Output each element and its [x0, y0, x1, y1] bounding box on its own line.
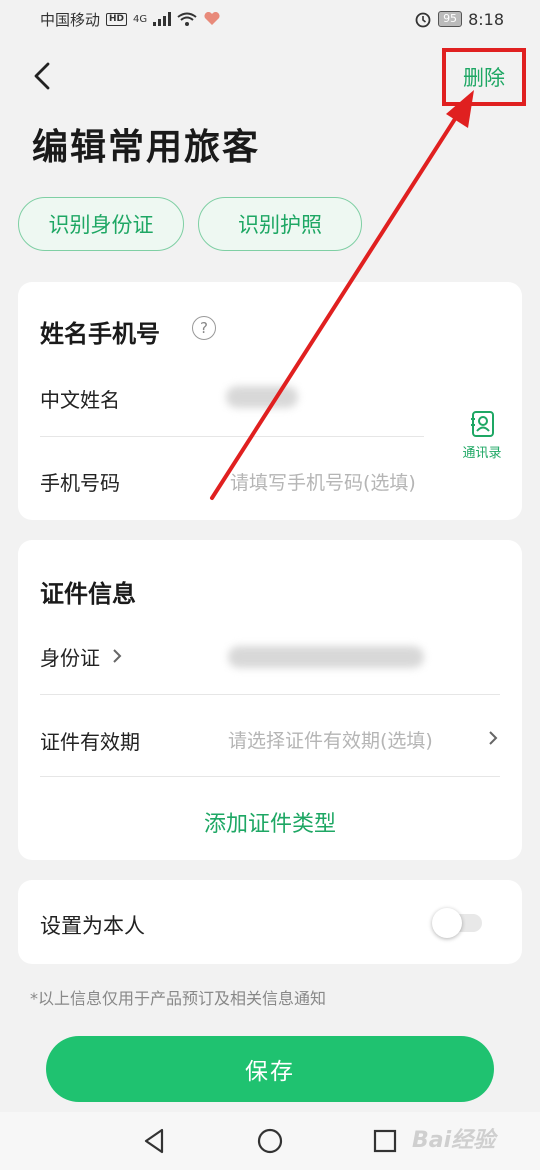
- validity-placeholder: 请选择证件有效期(选填): [228, 730, 433, 752]
- status-right: 95 8:18: [414, 10, 504, 29]
- help-icon[interactable]: ?: [192, 316, 216, 340]
- scan-id-card-button[interactable]: 识别身份证: [18, 197, 184, 251]
- save-button[interactable]: 保存: [46, 1036, 494, 1102]
- certificate-card: 证件信息 身份证 证件有效期 请选择证件有效期(选填) 添加证件类型: [18, 540, 522, 860]
- alarm-icon: [415, 12, 431, 28]
- phone-input[interactable]: 请填写手机号码(选填): [230, 468, 426, 495]
- back-button[interactable]: [24, 58, 60, 94]
- battery-icon: 95: [438, 11, 463, 27]
- validity-selector[interactable]: 请选择证件有效期(选填): [228, 720, 508, 756]
- nav-recents-icon[interactable]: [370, 1126, 400, 1156]
- phone-label: 手机号码: [40, 471, 120, 495]
- nav-home-icon[interactable]: [255, 1126, 285, 1156]
- divider: [40, 436, 424, 437]
- id-type-label: 身份证: [40, 646, 100, 670]
- chevron-right-icon: [113, 649, 122, 663]
- name-phone-card: 姓名手机号 ? 中文姓名 手机号码 请填写手机号码(选填) 通讯录: [18, 282, 522, 520]
- privacy-notice: *以上信息仅用于产品预订及相关信息通知: [30, 989, 327, 1008]
- chinese-name-label: 中文姓名: [40, 388, 120, 412]
- validity-label: 证件有效期: [40, 730, 140, 754]
- heart-icon: [204, 12, 220, 25]
- contacts-button[interactable]: 通讯录: [452, 410, 512, 468]
- back-arrow-icon: [34, 62, 50, 90]
- toggle-knob: [432, 908, 462, 938]
- nav-back-icon[interactable]: [140, 1126, 170, 1156]
- add-certificate-type-button[interactable]: 添加证件类型: [18, 806, 522, 838]
- name-phone-title: 姓名手机号: [40, 320, 160, 348]
- signal-icon: [153, 12, 172, 26]
- network-type: 4G: [133, 13, 148, 25]
- wifi-icon: [177, 12, 197, 26]
- page-title: 编辑常用旅客: [32, 127, 261, 168]
- divider: [40, 694, 500, 695]
- hd-badge: HD: [106, 12, 128, 26]
- set-self-label: 设置为本人: [40, 914, 145, 938]
- status-left: 中国移动 HD 4G: [40, 9, 221, 30]
- status-bar: 中国移动 HD 4G 95 8:18: [0, 0, 540, 38]
- divider: [40, 776, 500, 777]
- scan-passport-button[interactable]: 识别护照: [198, 197, 362, 251]
- set-self-card: 设置为本人: [18, 880, 522, 964]
- id-type-selector[interactable]: 身份证: [40, 640, 140, 672]
- clock: 8:18: [468, 9, 504, 29]
- contacts-icon: [471, 411, 494, 437]
- carrier-name: 中国移动: [40, 10, 101, 29]
- set-self-toggle[interactable]: [432, 908, 484, 938]
- id-number-input[interactable]: [228, 646, 424, 668]
- contacts-label: 通讯录: [462, 446, 502, 461]
- certificate-title: 证件信息: [40, 580, 136, 608]
- delete-button[interactable]: 删除: [444, 52, 524, 102]
- chevron-right-icon: [489, 731, 498, 745]
- chinese-name-input[interactable]: [226, 386, 298, 408]
- watermark: Bai经验: [412, 1128, 496, 1153]
